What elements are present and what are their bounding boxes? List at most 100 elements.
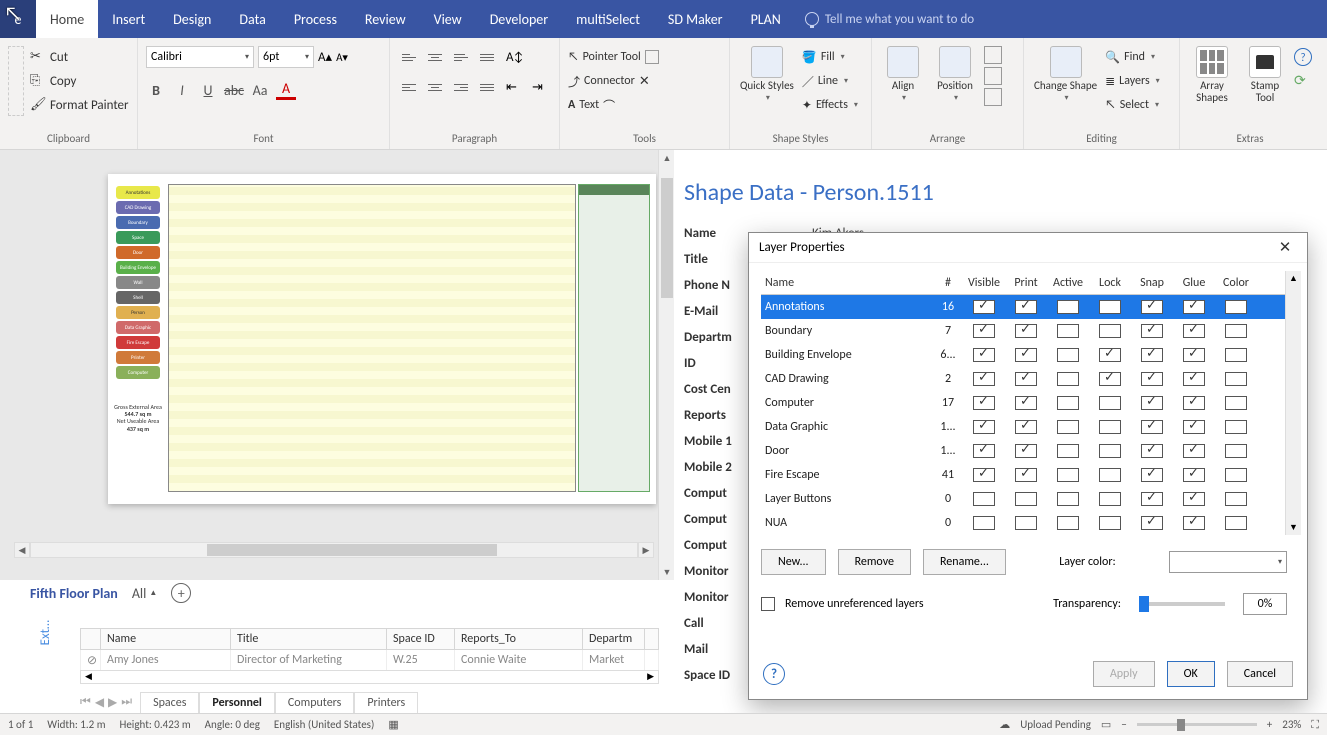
close-button[interactable]: ✕ bbox=[1273, 236, 1297, 260]
checkbox[interactable] bbox=[1183, 372, 1205, 386]
effects-button[interactable]: ✦Effects▾ bbox=[802, 94, 858, 116]
layer-row[interactable]: Annotations16 bbox=[761, 295, 1285, 319]
sheet-printers[interactable]: Printers bbox=[354, 692, 418, 713]
checkbox[interactable] bbox=[1015, 396, 1037, 410]
group-icon[interactable] bbox=[984, 88, 1002, 106]
align-middle-button[interactable] bbox=[424, 46, 446, 68]
indent-inc-button[interactable]: ⇥ bbox=[528, 76, 550, 98]
align-left-button[interactable] bbox=[398, 76, 420, 98]
scroll-up-icon[interactable]: ▲ bbox=[659, 150, 675, 166]
layer-row[interactable]: Computer17 bbox=[761, 391, 1285, 415]
align-center-button[interactable] bbox=[424, 76, 446, 98]
checkbox[interactable] bbox=[1099, 516, 1121, 530]
remove-layer-button[interactable]: Remove bbox=[838, 549, 911, 575]
tab-view[interactable]: View bbox=[420, 0, 476, 38]
new-layer-button[interactable]: New... bbox=[761, 549, 826, 575]
external-data-label[interactable]: Ext… bbox=[38, 620, 53, 645]
checkbox[interactable] bbox=[973, 444, 995, 458]
case-button[interactable]: Aa bbox=[250, 82, 270, 99]
pointer-tool-button[interactable]: ↖Pointer Tool bbox=[568, 46, 659, 68]
presentation-icon[interactable]: ▭ bbox=[1101, 718, 1111, 731]
change-shape-button[interactable]: Change Shape▾ bbox=[1032, 42, 1099, 107]
cut-button[interactable]: ✂Cut bbox=[30, 46, 129, 68]
scroll-right-icon[interactable]: ▶ bbox=[638, 542, 654, 558]
checkbox[interactable] bbox=[1099, 372, 1121, 386]
sheet-computers[interactable]: Computers bbox=[275, 692, 354, 713]
checkbox[interactable] bbox=[1015, 348, 1037, 362]
transparency-slider[interactable] bbox=[1139, 602, 1225, 606]
checkbox[interactable] bbox=[1141, 300, 1163, 314]
align-button[interactable]: Align▾ bbox=[880, 42, 926, 107]
remove-unref-checkbox[interactable] bbox=[761, 597, 775, 611]
zoom-out-button[interactable]: − bbox=[1121, 718, 1126, 731]
send-back-icon[interactable] bbox=[984, 67, 1002, 85]
add-page-button[interactable]: + bbox=[171, 583, 191, 603]
checkbox[interactable] bbox=[1057, 372, 1079, 386]
font-size-select[interactable]: 6pt▾ bbox=[258, 46, 314, 68]
help-button[interactable]: ? bbox=[763, 663, 785, 685]
col-reports[interactable]: Reports_To bbox=[455, 629, 583, 649]
tab-insert[interactable]: Insert bbox=[98, 0, 159, 38]
align-bottom-button[interactable] bbox=[450, 46, 472, 68]
checkbox[interactable] bbox=[1183, 300, 1205, 314]
layer-row[interactable]: CAD Drawing2 bbox=[761, 367, 1285, 391]
font-color-button[interactable]: A bbox=[276, 80, 296, 100]
checkbox[interactable] bbox=[973, 396, 995, 410]
checkbox[interactable] bbox=[1057, 348, 1079, 362]
checkbox[interactable] bbox=[1141, 444, 1163, 458]
table-scroll-right-icon[interactable]: ▶ bbox=[643, 671, 658, 683]
checkbox[interactable] bbox=[1141, 468, 1163, 482]
layer-row[interactable]: NUA0 bbox=[761, 511, 1285, 535]
text-direction-button[interactable]: A↕ bbox=[502, 46, 524, 68]
text-tool-button[interactable]: AText⌒ bbox=[568, 94, 615, 116]
sheet-first-icon[interactable]: ⏮ bbox=[80, 695, 91, 710]
checkbox[interactable] bbox=[1141, 516, 1163, 530]
layer-row[interactable]: Boundary7 bbox=[761, 319, 1285, 343]
align-top-button[interactable] bbox=[398, 46, 420, 68]
checkbox[interactable] bbox=[1141, 420, 1163, 434]
checkbox[interactable] bbox=[1141, 324, 1163, 338]
position-button[interactable]: Position▾ bbox=[932, 42, 978, 107]
col-title[interactable]: Title bbox=[231, 629, 387, 649]
sheet-personnel[interactable]: Personnel bbox=[199, 692, 274, 713]
array-shapes-button[interactable]: Array Shapes bbox=[1188, 42, 1236, 108]
justify-button[interactable] bbox=[476, 76, 498, 98]
tab-data[interactable]: Data bbox=[225, 0, 279, 38]
help-icon[interactable]: ? bbox=[1294, 48, 1312, 66]
checkbox[interactable] bbox=[1099, 300, 1121, 314]
checkbox[interactable] bbox=[1225, 300, 1247, 314]
cancel-button[interactable]: Cancel bbox=[1227, 661, 1293, 687]
checkbox[interactable] bbox=[1057, 492, 1079, 506]
zoom-in-button[interactable]: + bbox=[1267, 718, 1272, 731]
checkbox[interactable] bbox=[973, 324, 995, 338]
checkbox[interactable] bbox=[1183, 492, 1205, 506]
fit-page-icon[interactable]: ⛶ bbox=[1311, 718, 1319, 732]
checkbox[interactable] bbox=[1225, 516, 1247, 530]
indent-dec-button[interactable]: ⇤ bbox=[502, 76, 524, 98]
checkbox[interactable] bbox=[1015, 444, 1037, 458]
tab-sdmaker[interactable]: SD Maker bbox=[654, 0, 737, 38]
checkbox[interactable] bbox=[1141, 492, 1163, 506]
apply-button[interactable]: Apply bbox=[1093, 661, 1155, 687]
checkbox[interactable] bbox=[1099, 324, 1121, 338]
tellme-search[interactable]: Tell me what you want to do bbox=[805, 0, 974, 38]
checkbox[interactable] bbox=[973, 492, 995, 506]
checkbox[interactable] bbox=[1225, 468, 1247, 482]
canvas[interactable]: Annotations CAD Drawing Boundary Space D… bbox=[0, 150, 674, 580]
checkbox[interactable] bbox=[1057, 444, 1079, 458]
connector-tool-button[interactable]: ⤴Connector✕ bbox=[568, 70, 650, 92]
arc-icon[interactable]: ⌒ bbox=[603, 97, 615, 114]
sheet-spaces[interactable]: Spaces bbox=[140, 692, 199, 713]
checkbox[interactable] bbox=[973, 516, 995, 530]
tab-developer[interactable]: Developer bbox=[476, 0, 562, 38]
fill-button[interactable]: 🪣Fill▾ bbox=[802, 46, 858, 68]
col-spaceid[interactable]: Space ID bbox=[387, 629, 455, 649]
line-button[interactable]: ／Line▾ bbox=[802, 70, 858, 92]
vscroll-thumb[interactable] bbox=[661, 178, 673, 298]
paste-button[interactable] bbox=[8, 46, 24, 116]
checkbox[interactable] bbox=[1225, 420, 1247, 434]
tab-plan[interactable]: PLAN bbox=[737, 0, 795, 38]
checkbox[interactable] bbox=[1099, 492, 1121, 506]
grow-font-icon[interactable]: A▴ bbox=[318, 50, 332, 65]
find-button[interactable]: 🔍Find▾ bbox=[1105, 46, 1160, 68]
